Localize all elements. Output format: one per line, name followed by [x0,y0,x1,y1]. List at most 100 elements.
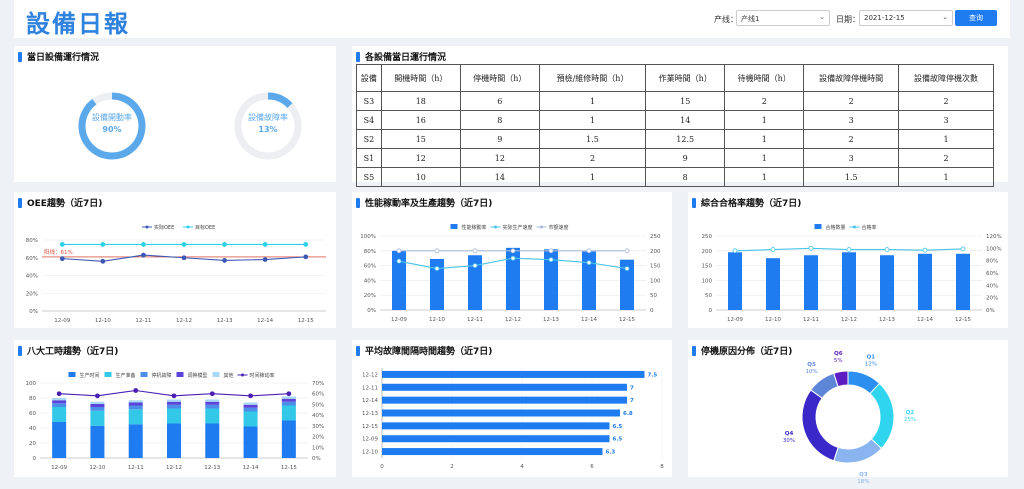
table-cell: 16 [380,110,461,130]
date-select[interactable]: 2021-12-15 ⌄ [859,10,953,26]
bar [382,422,610,430]
panel-title: 各設備當日運行情況 [356,50,446,63]
gauge-value: 90% [102,125,121,134]
y-tick-label: 60% [26,256,38,262]
data-point [141,252,146,258]
data-point [846,247,852,252]
stack-segment [281,405,296,421]
x-tick-label: 12-12 [176,318,192,324]
performance-chart: 0% 20% 40% 60% 80% 100% 0 50 100 150 200 250 12-09 12… [360,224,661,323]
y-tick-label: 100 [650,278,661,284]
header: 設備日報 产线： 产线1 ⌄ 日期： 2021-12-15 ⌄ 查询 [14,0,1010,38]
stack-segment [128,424,143,458]
table-cell: 2 [898,148,994,168]
pie-slice [833,438,883,464]
data-point [262,242,268,247]
y-tick-label: 20 [29,441,36,447]
slice-percent: 25% [904,417,916,423]
slice-percent: 5% [834,358,843,364]
legend-label: 停机故障 [152,372,172,379]
data-point [248,393,253,399]
stack-segment [128,402,143,406]
x-tick-label: 12-10 [429,317,445,323]
line-select[interactable]: 产线1 ⌄ [736,10,830,26]
stack-segment [52,407,67,422]
y-tick-label: 20% [312,435,324,441]
y-tick-label: 0% [312,456,321,462]
table-cell: 1 [724,129,805,149]
legend-label: 调换模型 [188,372,208,379]
y-tick-label: 40% [312,413,324,419]
y-tick-label: 0% [367,308,376,314]
table-cell: 2 [803,129,900,149]
y-tick-label: 100% [360,234,376,240]
y-tick-label: 40% [364,278,376,284]
data-point [222,258,227,263]
query-button[interactable]: 查询 [955,10,997,26]
stack-segment [205,401,220,405]
page-title: 設備日報 [26,10,130,38]
stack-segment [90,401,105,404]
data-point [434,248,440,254]
y-tick-label: 12-11 [362,385,378,391]
stack-segment [52,422,67,458]
data-point [181,242,187,247]
gauge-panel: 當日設備運行情況 設備開動率 90% 設備故障率 13% [14,46,336,182]
table-cell: 8 [645,167,726,187]
table-cell: 12 [380,148,461,168]
gauge-arc [267,92,293,109]
legend-swatch [176,372,184,377]
data-point [548,257,554,263]
x-tick-label: 12-09 [727,317,743,323]
y-tick-label: 80% [26,238,38,244]
y-tick-label: 12-10 [362,450,378,456]
data-point [624,248,630,254]
data-point [59,256,65,262]
stack-segment [90,404,105,407]
stack-segment [281,396,296,399]
data-point [141,242,146,247]
x-tick-label: 12-13 [879,317,895,323]
slice-label: Q6 [834,351,843,357]
legend-swatch [145,225,149,229]
stack-segment [90,407,105,411]
y-tick-label: 50 [650,293,657,299]
legend-swatch [68,372,76,377]
x-tick-label: 12-14 [917,317,933,323]
data-point [171,393,177,399]
table-header-row: 設備 開機時間（h） 停機時間（h） 預檢/維修時間（h） 作業時間（h） 待機時間（h）… [356,64,994,92]
legend-swatch [241,373,244,377]
y-tick-label: 30% [312,424,324,430]
x-tick-label: 12-11 [803,317,819,323]
data-point [624,266,630,271]
bar [842,252,856,310]
gauge-label: 設備故障率 [248,112,288,122]
table-cell: S3 [356,91,382,111]
stack-segment [205,399,220,402]
table-cell: 1.5 [803,167,900,187]
table-cell: 14 [645,110,726,130]
stack-segment [243,402,258,405]
x-tick-label: 12-13 [204,465,220,471]
y-tick-label: 40 [29,426,36,432]
table-cell: 1 [538,167,647,187]
y-tick-label: 100 [702,278,713,284]
x-tick-label: 12-09 [391,317,407,323]
data-point [586,260,592,266]
y-tick-label: 0 [650,308,654,314]
table-cell: 9 [645,148,726,168]
performance-panel: 性能稼動率及生產趨勢（近7日) 0% 20% 40% 60% 80% 100% 0 50 100… [352,192,672,328]
threshold-label: 阳线：61% [44,248,73,256]
equipment-table: 設備 開機時間（h） 停機時間（h） 預檢/維修時間（h） 作業時間（h） 待機時間（h）… [356,64,994,187]
table-row: S2 15 9 1.5 12.5 1 2 1 [356,129,994,149]
slice-percent: 18% [857,479,869,485]
table-cell: 1 [724,167,805,187]
table-cell: 10 [380,167,461,187]
y-tick-label: 60% [312,392,324,398]
x-tick-label: 12-09 [51,465,67,471]
x-tick-label: 8 [660,464,664,470]
table-cell: 15 [645,91,726,111]
data-label: 7 [630,398,634,404]
data-point [262,257,268,262]
table-cell: 1 [898,129,994,149]
